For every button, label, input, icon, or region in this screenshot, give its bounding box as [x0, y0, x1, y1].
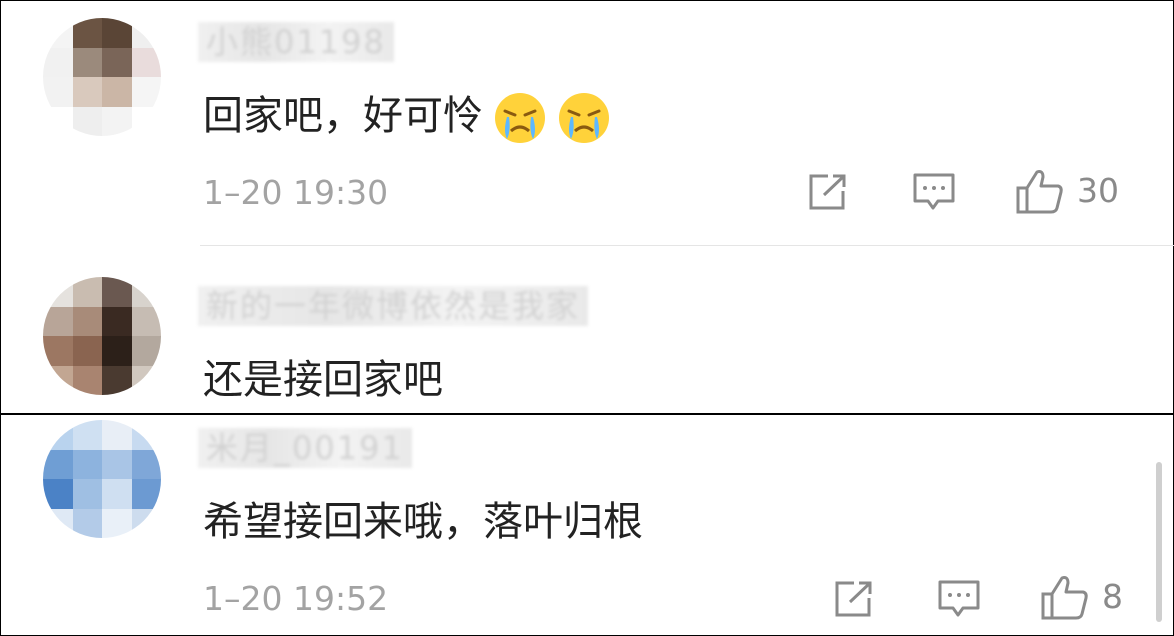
divider [200, 245, 1174, 246]
crying-emoji-icon [559, 93, 609, 143]
avatar[interactable] [43, 277, 161, 395]
reply-button[interactable] [937, 578, 981, 620]
comment-text: 回家吧，好可怜 [203, 88, 611, 145]
avatar[interactable] [43, 420, 161, 538]
like-button[interactable]: 30 [1015, 168, 1119, 214]
thumbs-up-icon [1041, 576, 1088, 620]
panel-separator [0, 413, 1174, 415]
share-button[interactable] [832, 578, 876, 620]
share-button[interactable] [806, 171, 850, 213]
comment-icon [938, 580, 980, 617]
crying-emoji-icon [495, 93, 545, 143]
reply-button[interactable] [912, 171, 956, 213]
comment-text: 还是接回家吧 [203, 357, 443, 403]
comment-text: 希望接回来哦，落叶归根 [203, 499, 643, 545]
like-count: 30 [1077, 171, 1119, 210]
username[interactable]: 小熊01198 [198, 22, 394, 62]
username[interactable]: 米月_00191 [198, 428, 412, 468]
share-icon [835, 581, 872, 617]
username[interactable]: 新的一年微博依然是我家 [198, 286, 589, 326]
scrollbar[interactable] [1156, 462, 1162, 622]
avatar[interactable] [43, 18, 161, 136]
like-count: 8 [1102, 577, 1123, 616]
comment-icon [913, 173, 955, 210]
thumbs-up-icon [1016, 170, 1063, 214]
like-button[interactable]: 8 [1040, 574, 1123, 620]
timestamp: 1–20 19:30 [203, 173, 389, 212]
share-icon [809, 174, 846, 210]
timestamp: 1–20 19:52 [203, 579, 389, 618]
